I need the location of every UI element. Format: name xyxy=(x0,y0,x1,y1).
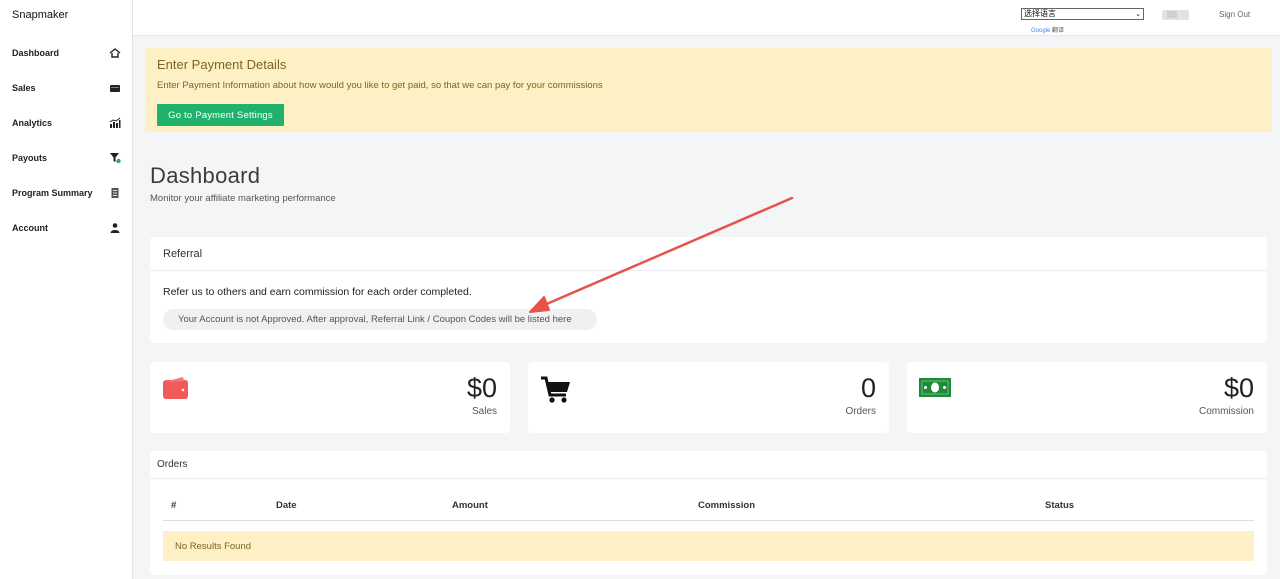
referral-card-header: Referral xyxy=(150,237,1267,271)
page-title: Dashboard xyxy=(150,163,261,188)
table-header-divider xyxy=(163,520,1254,521)
commission-label: Commission xyxy=(1198,406,1254,417)
commission-stat-card: $0 Commission xyxy=(907,362,1267,433)
sidebar-item-label: Dashboard xyxy=(12,48,60,58)
sidebar-item-dashboard[interactable]: Dashboard xyxy=(0,40,133,66)
sidebar-item-label: Program Summary xyxy=(12,188,93,198)
column-header-date[interactable]: Date xyxy=(276,500,297,511)
document-icon xyxy=(109,187,121,199)
sales-label: Sales xyxy=(471,406,497,417)
language-select[interactable]: 选择语言 ⌄ xyxy=(1021,8,1144,20)
google-logo: Google xyxy=(1031,28,1051,34)
avatar[interactable] xyxy=(1162,10,1189,20)
sales-value: $0 xyxy=(466,373,497,403)
google-translate-label: 翻译 xyxy=(1052,28,1065,34)
filter-icon xyxy=(109,152,121,164)
column-header-amount[interactable]: Amount xyxy=(452,500,488,511)
sidebar-item-label: Analytics xyxy=(12,118,53,128)
sidebar-item-label: Payouts xyxy=(12,153,48,163)
banner-text: Enter Payment Information about how woul… xyxy=(157,80,603,91)
referral-card: Referral Refer us to others and earn com… xyxy=(150,237,1267,343)
page-subtitle: Monitor your affiliate marketing perform… xyxy=(150,193,336,204)
referral-notice: Your Account is not Approved. After appr… xyxy=(163,309,597,330)
sign-out-link[interactable]: Sign Out xyxy=(1219,10,1250,19)
chevron-down-icon: ⌄ xyxy=(1135,10,1141,18)
sidebar: Snapmaker Dashboard Sales Analytics Payo… xyxy=(0,0,133,579)
sidebar-item-label: Sales xyxy=(12,83,36,93)
home-icon xyxy=(109,47,121,59)
sidebar-item-sales[interactable]: Sales xyxy=(0,75,133,101)
sidebar-item-account[interactable]: Account xyxy=(0,215,133,241)
column-header-status[interactable]: Status xyxy=(1045,500,1074,511)
sidebar-item-payouts[interactable]: Payouts xyxy=(0,145,133,171)
empty-results-row: No Results Found xyxy=(163,531,1254,561)
orders-card-header: Orders xyxy=(150,451,1267,479)
orders-card: Orders # Date Amount Commission Status N… xyxy=(150,451,1267,575)
orders-value: 0 xyxy=(860,373,876,403)
orders-title: Orders xyxy=(157,459,188,470)
commission-value: $0 xyxy=(1223,373,1254,403)
payment-details-banner: Enter Payment Details Enter Payment Info… xyxy=(145,48,1272,132)
google-translate-credit[interactable]: Google 翻译 xyxy=(1031,25,1064,34)
top-bar: 选择语言 ⌄ Google 翻译 Sign Out xyxy=(133,0,1280,36)
referral-text: Refer us to others and earn commission f… xyxy=(163,286,472,298)
column-header-commission[interactable]: Commission xyxy=(698,500,755,511)
referral-title: Referral xyxy=(163,248,203,260)
payment-settings-button[interactable]: Go to Payment Settings xyxy=(157,104,284,126)
orders-label: Orders xyxy=(845,406,876,417)
sidebar-item-analytics[interactable]: Analytics xyxy=(0,110,133,136)
cart-icon xyxy=(540,376,571,409)
wallet-icon xyxy=(162,376,189,405)
money-icon xyxy=(919,376,951,403)
user-icon xyxy=(109,222,121,234)
column-header-number[interactable]: # xyxy=(171,500,176,511)
language-select-value: 选择语言 xyxy=(1024,9,1056,18)
brand-name[interactable]: Snapmaker xyxy=(12,9,68,21)
chart-icon xyxy=(109,117,121,129)
sidebar-item-label: Account xyxy=(12,223,48,233)
sidebar-item-program-summary[interactable]: Program Summary xyxy=(0,180,133,206)
banner-title: Enter Payment Details xyxy=(157,57,287,72)
wallet-icon xyxy=(109,82,121,94)
sales-stat-card: $0 Sales xyxy=(150,362,510,433)
orders-stat-card: 0 Orders xyxy=(528,362,889,433)
